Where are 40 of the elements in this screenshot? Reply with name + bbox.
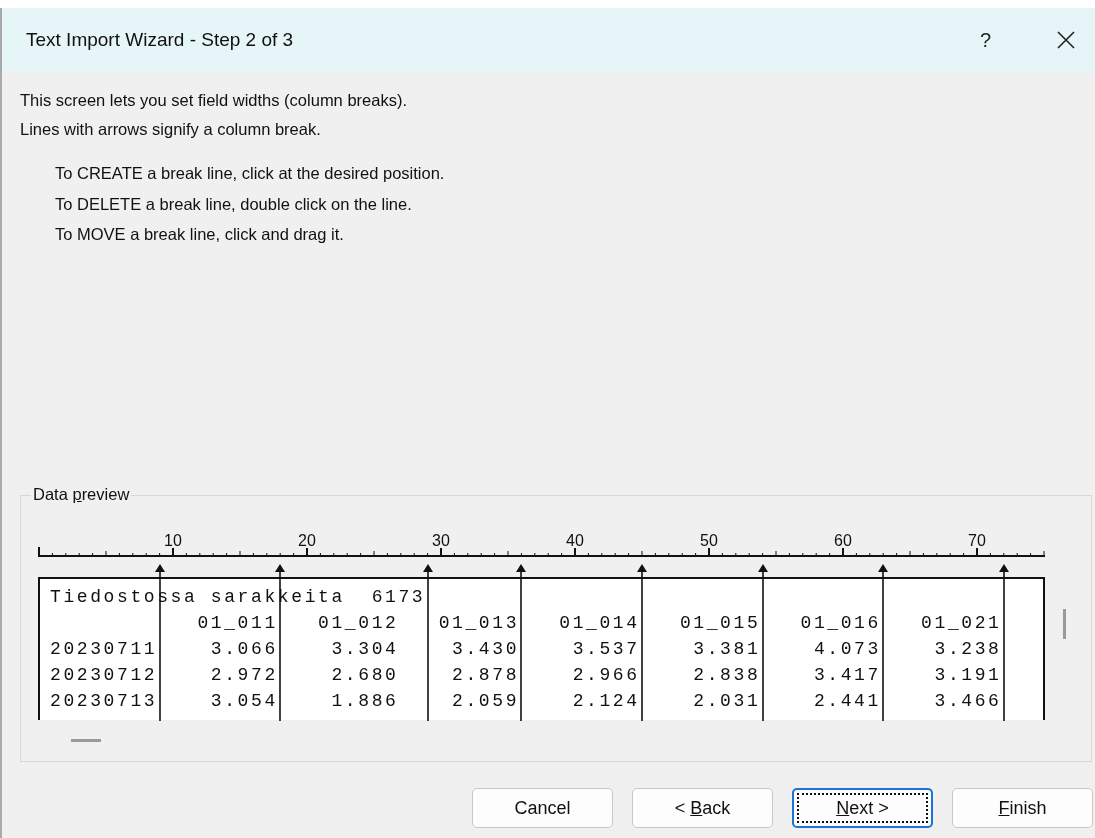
ruler-tick (520, 553, 522, 556)
dialog-button[interactable]: < Back (632, 788, 773, 828)
instruction-text: To DELETE a break line, double click on the line. (55, 193, 413, 215)
instruction-text: To CREATE a break line, click at the desired position. (55, 163, 446, 184)
description-text: This screen lets you set field widths (column breaks). (20, 90, 408, 111)
ruler-label: 20 (298, 532, 316, 549)
column-break[interactable] (997, 563, 1010, 721)
window-title: Text Import Wizard - Step 2 of 3 (26, 29, 295, 51)
ruler-tick (882, 553, 884, 556)
dialog-button[interactable]: Finish (952, 788, 1093, 828)
ruler-label: 40 (566, 532, 584, 549)
preview-line: 01_011 01_012 01_013 01_014 01_015 01_016 01_021 (196, 612, 1002, 635)
ruler-label: 50 (700, 532, 718, 549)
ruler-tick (641, 551, 643, 556)
column-break[interactable] (515, 563, 528, 721)
scrollbar-thumb[interactable] (1063, 609, 1066, 639)
description-text: Lines with arrows signify a column break. (20, 119, 322, 140)
preview-line: 20230713 3.054 1.886 2.059 2.124 2.031 2.441 3.466 (50, 690, 1002, 713)
ruler-tick (279, 553, 281, 556)
ruler-tick (762, 553, 764, 556)
preview-line: 20230712 2.972 2.680 2.878 2.966 2.838 3.417 3.191 (50, 664, 1002, 687)
group-label: Data preview (31, 485, 132, 504)
column-break[interactable] (756, 563, 769, 721)
ruler-label: 30 (432, 532, 450, 549)
ruler-tick (159, 553, 161, 556)
column-break[interactable] (421, 563, 434, 721)
preview-line: 20230711 3.066 3.304 3.430 3.537 3.381 4.073 3.238 (50, 638, 1002, 661)
dialog-button[interactable]: Next > (792, 788, 933, 828)
ruler-tick (427, 553, 429, 556)
scrollbar-thumb[interactable] (71, 739, 101, 742)
column-break[interactable] (877, 563, 890, 721)
help-button[interactable]: ? (973, 28, 997, 52)
ruler-label: 10 (164, 532, 182, 549)
ruler-label: 60 (834, 532, 852, 549)
column-break[interactable] (636, 563, 648, 721)
close-icon (1057, 31, 1075, 49)
ruler-label: 70 (968, 532, 986, 549)
instruction-text: To MOVE a break line, click and drag it. (55, 224, 345, 245)
dialog-button[interactable]: Cancel (472, 788, 613, 828)
ruler-tick (1003, 553, 1005, 556)
